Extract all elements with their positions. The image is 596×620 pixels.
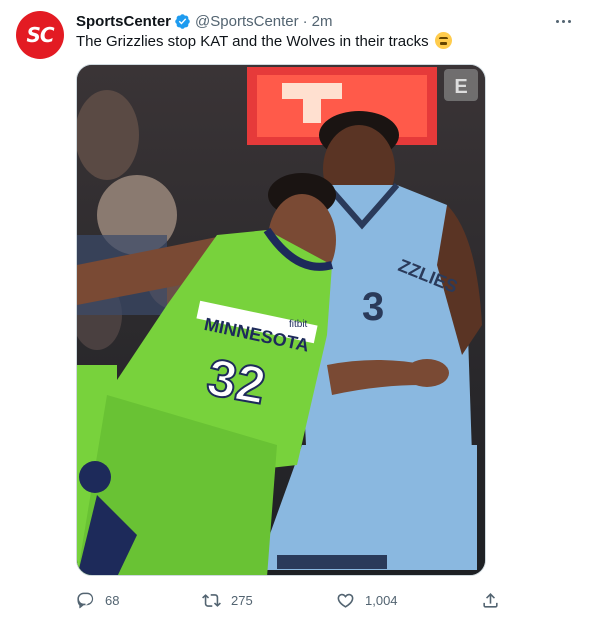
heart-icon [337, 593, 354, 608]
separator-dot: · [302, 12, 308, 30]
share-button[interactable] [481, 586, 500, 614]
reply-button[interactable]: 68 [76, 586, 119, 614]
handle[interactable]: @SportsCenter [195, 13, 299, 30]
like-button[interactable]: 1,004 [336, 586, 398, 614]
basketball-photo-illustration: E ZZLIES 3 MINNESOTA 32 fitbit [77, 65, 485, 575]
right-jersey-number: 3 [362, 285, 384, 329]
retweet-count: 275 [231, 592, 253, 608]
face-with-steam-emoji-icon [434, 32, 452, 49]
retweet-icon [202, 593, 221, 607]
display-name[interactable]: SportsCenter [76, 13, 171, 30]
tweet-text: The Grizzlies stop KAT and the Wolves in… [76, 33, 429, 50]
tweet-text-container: The Grizzlies stop KAT and the Wolves in… [76, 32, 452, 52]
avatar-logo-text: SC [26, 23, 54, 47]
timestamp[interactable]: 2m [312, 13, 333, 30]
reply-icon [77, 592, 94, 608]
share-icon [483, 592, 498, 608]
like-count: 1,004 [365, 592, 398, 608]
avatar[interactable]: SC [16, 11, 64, 59]
tweet-actions: 68 275 1,004 [76, 586, 506, 614]
tweet-header: SportsCenter @SportsCenter · 2m [76, 10, 580, 32]
watermark-text: E [454, 76, 467, 98]
left-jersey-number: 32 [203, 349, 270, 416]
verified-badge-icon [174, 13, 191, 30]
reply-count: 68 [105, 592, 120, 608]
more-options-icon[interactable] [546, 8, 580, 34]
retweet-button[interactable]: 275 [202, 586, 253, 614]
tweet-photo[interactable]: E ZZLIES 3 MINNESOTA 32 fitbit [76, 64, 486, 576]
left-jersey-sponsor: fitbit [289, 319, 308, 330]
